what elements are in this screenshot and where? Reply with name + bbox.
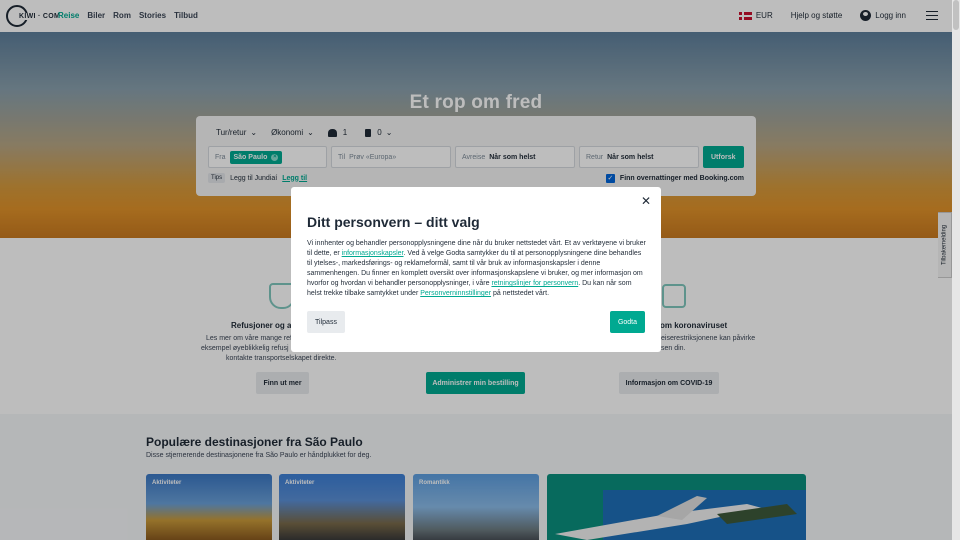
- privacy-settings-link[interactable]: Personverninnstillinger: [420, 290, 491, 297]
- modal-body: Vi innhenter og behandler personopplysni…: [307, 239, 647, 299]
- modal-title: Ditt personvern – ditt valg: [307, 214, 480, 230]
- accept-button[interactable]: Godta: [610, 311, 645, 333]
- customize-button[interactable]: Tilpass: [307, 311, 345, 333]
- privacy-modal: ✕ Ditt personvern – ditt valg Vi innhent…: [291, 187, 661, 352]
- cookies-link[interactable]: informasjonskapsler: [342, 250, 404, 257]
- modal-text-4: på nettstedet vårt.: [491, 290, 550, 297]
- privacy-policy-link[interactable]: retningslinjer for personvern: [491, 280, 578, 287]
- page-scrollbar[interactable]: [952, 0, 960, 540]
- close-icon[interactable]: ✕: [641, 194, 651, 208]
- scrollbar-thumb[interactable]: [953, 0, 959, 30]
